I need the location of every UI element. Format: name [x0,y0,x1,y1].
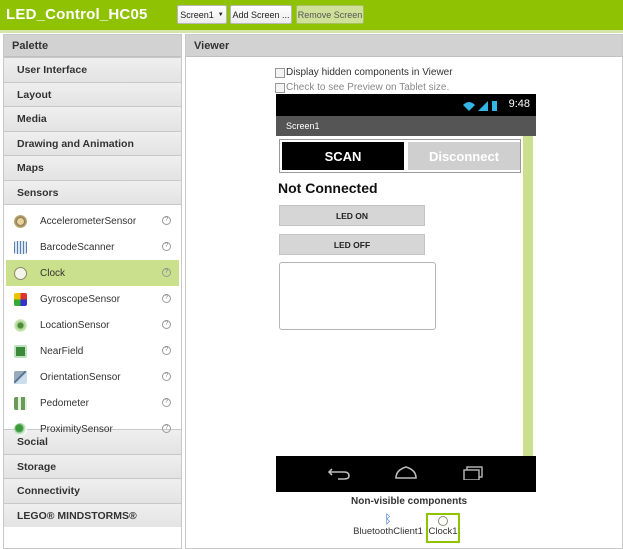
disconnect-button[interactable]: Disconnect [408,142,520,170]
phone-nav-bar [276,456,536,492]
chevron-down-icon: ▼ [217,11,224,18]
recent-apps-icon [463,466,483,480]
phone-screen: SCAN Disconnect Not Connected LED ON LED… [276,136,536,456]
screen-scrollbar[interactable] [523,136,533,456]
category-storage[interactable]: Storage [4,453,181,478]
category-media[interactable]: Media [4,106,181,131]
help-icon[interactable]: ? [162,242,171,251]
proximity-icon [14,422,27,436]
toolbar-divider [0,30,623,33]
palette-item-label: BarcodeScanner [40,241,115,253]
palette-item-label: ProximitySensor [40,423,113,435]
palette-item-label: GyroscopeSensor [40,293,121,305]
help-icon[interactable]: ? [162,398,171,407]
led-on-button[interactable]: LED ON [279,205,425,226]
signal-icons [463,101,497,111]
palette-item-label: OrientationSensor [40,371,121,383]
remove-screen-button[interactable]: Remove Screen [296,5,364,24]
viewer-panel: Viewer Display hidden components in View… [185,34,623,549]
phone-status-bar: 9:48 [276,94,536,116]
bluetooth-icon: ᛒ [384,512,392,526]
bluetooth-client-component[interactable]: ᛒ BluetoothClient1 [353,512,423,538]
tablet-preview-checkbox-row[interactable]: Check to see Preview on Tablet size. [275,82,449,93]
help-icon[interactable]: ? [162,424,171,433]
screen-dropdown-label: Screen1 [180,9,214,20]
orientation-icon [14,370,27,384]
phone-clock: 9:48 [508,98,530,110]
back-icon [328,468,350,480]
palette-item-label: Pedometer [40,397,89,409]
palette-item-proximity[interactable]: ProximitySensor ? [6,416,179,442]
palette-item-label: Clock [40,267,66,279]
clock-component[interactable]: Clock1 [426,513,460,543]
component-label: Clock1 [428,526,458,537]
palette-item-pedometer[interactable]: Pedometer ? [6,390,179,416]
help-icon[interactable]: ? [162,346,171,355]
category-drawing-animation[interactable]: Drawing and Animation [4,130,181,155]
help-icon[interactable]: ? [162,216,171,225]
barcode-icon [14,240,27,254]
help-icon[interactable]: ? [162,372,171,381]
category-sensors[interactable]: Sensors [4,179,181,204]
home-icon [395,466,417,479]
clock-icon [438,516,448,526]
horizontal-arrangement[interactable]: SCAN Disconnect [279,139,521,173]
show-hidden-checkbox[interactable] [275,67,285,78]
category-connectivity[interactable]: Connectivity [4,478,181,503]
tablet-preview-label: Check to see Preview on Tablet size. [286,82,450,93]
palette-item-label: AccelerometerSensor [40,215,137,227]
location-icon [14,318,27,332]
palette-item-orientation[interactable]: OrientationSensor ? [6,364,179,390]
scan-button[interactable]: SCAN [282,142,404,170]
category-maps[interactable]: Maps [4,155,181,180]
viewer-title: Viewer [186,35,622,57]
led-off-button[interactable]: LED OFF [279,234,425,255]
non-visible-title: Non-visible components [351,496,468,507]
palette-title: Palette [4,35,181,57]
palette-panel: Palette User Interface Layout Media Draw… [3,34,182,549]
palette-item-nearfield[interactable]: NearField ? [6,338,179,364]
palette-item-label: NearField [40,345,84,357]
screen-title-bar: Screen1 [276,116,536,136]
project-title: LED_Control_HC05 [6,6,148,23]
sensor-item-list: AccelerometerSensor ? BarcodeScanner ? C… [4,204,181,436]
palette-item-accelerometer[interactable]: AccelerometerSensor ? [6,208,179,234]
tablet-preview-checkbox[interactable] [275,82,285,93]
show-hidden-checkbox-row[interactable]: Display hidden components in Viewer [275,67,453,78]
phone-mockup: 9:48 Screen1 SCAN Disconnect Not Connect… [276,94,536,492]
add-screen-button[interactable]: Add Screen ... [230,5,292,24]
help-icon[interactable]: ? [162,268,171,277]
component-label: BluetoothClient1 [353,526,423,537]
category-lego-mindstorms[interactable]: LEGO® MINDSTORMS® [4,502,181,527]
help-icon[interactable]: ? [162,294,171,303]
category-layout[interactable]: Layout [4,81,181,106]
clock-icon [14,266,27,280]
gyroscope-icon [14,292,27,306]
palette-item-gyroscope[interactable]: GyroscopeSensor ? [6,286,179,312]
palette-item-clock[interactable]: Clock ? [6,260,179,286]
pedometer-icon [14,396,27,410]
screen-dropdown[interactable]: Screen1 ▼ [177,5,227,24]
connection-status-label[interactable]: Not Connected [278,180,378,196]
nearfield-icon [14,344,27,358]
palette-item-barcode[interactable]: BarcodeScanner ? [6,234,179,260]
category-user-interface[interactable]: User Interface [4,57,181,82]
show-hidden-label: Display hidden components in Viewer [286,67,453,78]
palette-item-label: LocationSensor [40,319,110,331]
palette-item-location[interactable]: LocationSensor ? [6,312,179,338]
top-toolbar: LED_Control_HC05 Screen1 ▼ Add Screen ..… [0,0,623,30]
accelerometer-icon [14,214,27,228]
help-icon[interactable]: ? [162,320,171,329]
text-box[interactable] [279,262,436,330]
